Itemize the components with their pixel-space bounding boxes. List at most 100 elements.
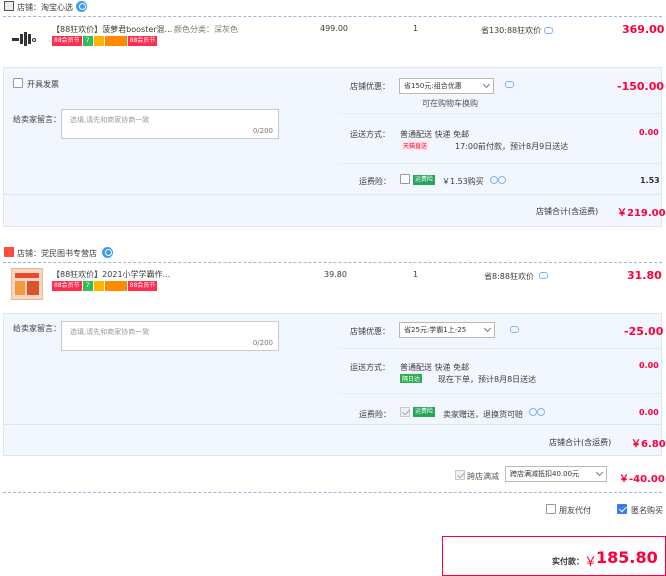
product-saving: 省8:88狂欢价 xyxy=(484,272,534,281)
shipping-value: 0.00 xyxy=(639,361,659,370)
promo-tag-7day: 7 xyxy=(82,281,93,291)
crossstore-checkbox[interactable] xyxy=(455,470,465,480)
product-subtotal: 31.80 xyxy=(627,269,662,282)
promo-tag-card xyxy=(104,281,127,291)
product-thumbnail[interactable] xyxy=(11,268,43,300)
pay-amount: 185.80 xyxy=(596,548,658,567)
insurance-label: 运费险： xyxy=(359,177,391,186)
insurance-checkbox[interactable] xyxy=(400,174,410,184)
store-total-label: 店铺合计(含运费) xyxy=(549,438,612,447)
product-qty: 1 xyxy=(413,24,419,33)
product-price: 39.80 xyxy=(324,270,347,279)
crossstore-select[interactable]: 跨店满减抵扣40.00元 xyxy=(505,466,607,482)
promo-tag-card xyxy=(104,36,127,46)
divider xyxy=(340,348,661,349)
promo-tags: 88会员节 7 88会员节 xyxy=(52,281,158,292)
promo-tag-88: 88会员节 xyxy=(52,281,82,291)
chat-icon[interactable] xyxy=(539,272,548,279)
chat-icon[interactable] xyxy=(544,27,553,34)
divider xyxy=(340,113,661,114)
discount-select[interactable]: 省25元:学霸1上-25 xyxy=(399,322,495,338)
product-price: 499.00 xyxy=(320,24,348,33)
product-saving: 省130:88狂欢价 xyxy=(481,26,542,35)
delivery-badge: 天猫直送 xyxy=(401,141,430,150)
anonymous-label: 匿名购买 xyxy=(631,506,663,515)
help-icon[interactable] xyxy=(498,176,506,184)
product-spec: 颜色分类：深灰色 xyxy=(174,25,238,34)
discount-select-value: 省150元:组合优惠 xyxy=(404,82,462,90)
delivery-text: 17:00前付款，预计8月9日送达 xyxy=(455,142,569,151)
product-title-link[interactable]: 【88狂欢价】2021小学学霸作... xyxy=(52,269,170,280)
insurance-text: 卖家赠送，退换货可赔 xyxy=(443,410,523,419)
insurance-badge: 运费险 xyxy=(413,175,436,185)
chevron-down-icon xyxy=(595,468,604,477)
help-icon[interactable] xyxy=(537,408,545,416)
discount-select-value: 省25元:学霸1上-25 xyxy=(404,326,467,334)
chat-icon[interactable] xyxy=(505,81,514,88)
seller-message-input[interactable]: 选填,请先和商家协商一致 0/200 xyxy=(61,321,279,351)
divider xyxy=(340,163,661,164)
verified-icon xyxy=(76,1,87,12)
chevron-down-icon xyxy=(482,80,491,89)
verified-icon xyxy=(102,247,113,258)
friend-pay-label: 朋友代付 xyxy=(559,506,591,515)
help-icon[interactable] xyxy=(529,408,537,416)
crossstore-select-value: 跨店满减抵扣40.00元 xyxy=(510,470,580,478)
insurance-value: 0.00 xyxy=(639,408,659,417)
promo-tag-88: 88会员节 xyxy=(127,281,158,291)
insurance-label: 运费险： xyxy=(359,410,391,419)
shipping-value: 0.00 xyxy=(639,128,659,137)
store-name-link[interactable]: 党民图书专营店 xyxy=(41,248,97,259)
crossstore-value: ￥-40.00 xyxy=(619,474,665,485)
message-label: 给卖家留言： xyxy=(13,324,61,333)
store-icon xyxy=(4,1,14,11)
insurance-text: ￥1.53购买 xyxy=(442,177,484,186)
discount-label: 店铺优惠： xyxy=(350,82,390,91)
delivery-text: 现在下单，预计8月8日送达 xyxy=(438,375,537,384)
divider xyxy=(3,262,662,263)
promo-tag-gold xyxy=(93,36,104,46)
chat-icon[interactable] xyxy=(510,326,519,333)
seller-message-input[interactable]: 选填,请先和商家协商一致 0/200 xyxy=(61,109,279,139)
invoice-label: 开具发票 xyxy=(27,80,59,89)
store-label: 店铺： xyxy=(17,3,41,12)
store-total-value: ￥219.00 xyxy=(617,208,666,219)
message-label: 给卖家留言： xyxy=(13,115,61,124)
promo-tag-88: 88会员节 xyxy=(52,36,82,46)
store-name-link[interactable]: 淘宝心选 xyxy=(41,2,73,13)
message-placeholder: 选填,请先和商家协商一致 xyxy=(70,116,150,124)
divider xyxy=(3,424,662,425)
shipping-method: 普通配送 快递 免邮 xyxy=(400,363,470,372)
product-subtotal: 369.00 xyxy=(622,23,665,36)
delivery-badge: 隔日达 xyxy=(400,374,423,383)
invoice-checkbox[interactable] xyxy=(13,78,23,88)
shipping-method: 普通配送 快递 免邮 xyxy=(400,130,470,139)
anonymous-checkbox[interactable] xyxy=(617,504,627,514)
store-total-value: ￥6.80 xyxy=(631,439,666,450)
store-label: 店铺： xyxy=(17,249,41,258)
discount-select[interactable]: 省150元:组合优惠 xyxy=(399,78,494,94)
divider xyxy=(3,16,662,17)
crossstore-label: 跨店满减 xyxy=(467,472,499,481)
friend-pay-checkbox[interactable] xyxy=(546,504,556,514)
insurance-checkbox[interactable] xyxy=(400,407,410,417)
pay-label: 实付款： xyxy=(552,557,584,566)
product-qty: 1 xyxy=(413,270,419,279)
product-thumbnail[interactable] xyxy=(12,28,38,50)
insurance-value: 1.53 xyxy=(640,176,660,185)
shipping-label: 运送方式： xyxy=(350,130,390,139)
discount-value: -25.00 xyxy=(624,325,664,338)
promo-tag-gold xyxy=(93,281,104,291)
help-icon[interactable] xyxy=(490,176,498,184)
promo-tags: 88会员节 7 88会员节 xyxy=(52,36,158,47)
chevron-down-icon xyxy=(483,324,492,333)
discount-note: 可在购物车换购 xyxy=(422,99,478,108)
message-count: 0/200 xyxy=(252,127,273,135)
insurance-badge: 运费险 xyxy=(413,407,436,417)
store-total-label: 店铺合计(含运费) xyxy=(536,207,599,216)
discount-label: 店铺优惠： xyxy=(350,327,390,336)
message-count: 0/200 xyxy=(252,339,273,347)
product-title-link[interactable]: 【88狂欢价】菠萝君booster混... xyxy=(52,24,172,35)
divider xyxy=(3,194,662,195)
discount-value: -150.00 xyxy=(617,80,665,93)
